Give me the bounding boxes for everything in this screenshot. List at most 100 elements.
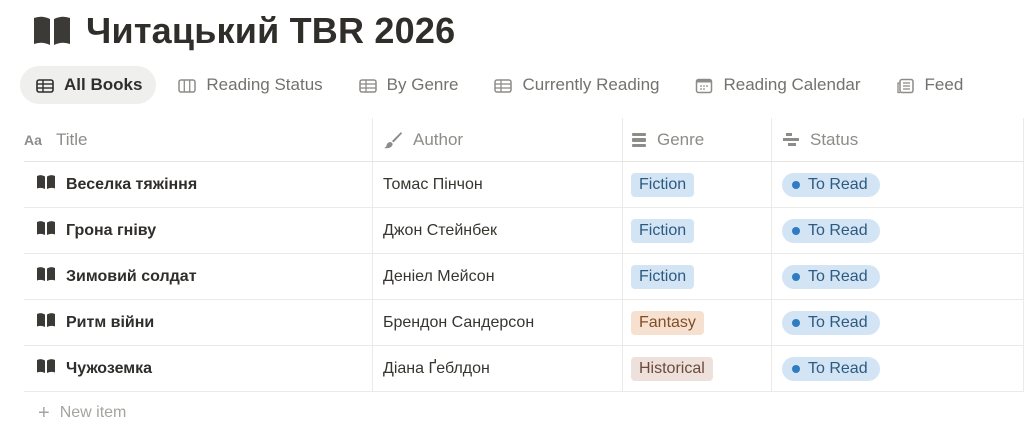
author-name: Джон Стейнбек: [383, 221, 497, 239]
open-book-icon: [36, 174, 56, 195]
tab-label: By Genre: [386, 75, 459, 94]
genre-tag: Fantasy: [631, 310, 704, 335]
author-cell[interactable]: Діана Ґеблдон: [373, 346, 623, 391]
open-book-icon: [36, 312, 56, 333]
genre-tag: Fiction: [631, 172, 695, 197]
author-name: Діана Ґеблдон: [383, 359, 490, 377]
column-header-author[interactable]: Author: [373, 118, 623, 161]
status-dot: [792, 318, 800, 327]
status-cell[interactable]: To Read: [772, 300, 1024, 345]
books-table: Aa Title Author Genre Status Веселка тяж: [24, 118, 1024, 392]
text-property-icon: Aa: [24, 133, 46, 147]
book-title: Грона гніву: [66, 221, 157, 239]
column-header-genre[interactable]: Genre: [623, 118, 772, 161]
table-header: Aa Title Author Genre Status: [24, 118, 1024, 162]
status-badge: To Read: [782, 218, 880, 243]
status-label: To Read: [808, 267, 868, 285]
column-label: Status: [810, 129, 859, 149]
column-label: Title: [56, 129, 88, 149]
select-property-icon: [631, 132, 647, 148]
status-label: To Read: [808, 313, 868, 331]
column-header-status[interactable]: Status: [772, 118, 1024, 161]
status-dot: [792, 180, 800, 189]
column-label: Author: [413, 129, 464, 149]
svg-text:Aa: Aa: [24, 133, 42, 147]
tab-by-genre[interactable]: By Genre: [343, 66, 473, 104]
status-label: To Read: [808, 221, 868, 239]
status-cell[interactable]: To Read: [772, 208, 1024, 253]
author-name: Деніел Мейсон: [383, 267, 495, 285]
book-title: Зимовий солдат: [66, 267, 197, 285]
genre-cell[interactable]: Historical: [623, 346, 772, 391]
tab-label: Reading Calendar: [723, 75, 861, 94]
tab-label: All Books: [64, 75, 143, 94]
title-cell[interactable]: Ритм війни: [24, 300, 373, 345]
author-cell[interactable]: Брендон Сандерсон: [373, 300, 623, 345]
status-badge: To Read: [782, 172, 880, 197]
status-dot: [792, 226, 800, 235]
status-dot: [792, 272, 800, 281]
author-cell[interactable]: Джон Стейнбек: [373, 208, 623, 253]
author-name: Брендон Сандерсон: [383, 313, 535, 331]
status-label: To Read: [808, 175, 868, 193]
new-item-label: New item: [59, 404, 127, 421]
genre-cell[interactable]: Fiction: [623, 162, 772, 207]
title-cell[interactable]: Веселка тяжіння: [24, 162, 373, 207]
tab-label: Feed: [924, 75, 964, 94]
genre-tag: Fiction: [631, 218, 695, 243]
tab-label: Reading Status: [206, 75, 323, 94]
new-item-button[interactable]: + New item: [38, 402, 127, 424]
status-badge: To Read: [782, 356, 880, 381]
feed-icon: [896, 78, 915, 94]
open-book-icon: [36, 358, 56, 379]
open-book-icon: [36, 266, 56, 287]
genre-cell[interactable]: Fiction: [623, 254, 772, 299]
table-icon: [358, 78, 377, 93]
view-tabs: All Books Reading Status By Genre Curren…: [20, 66, 983, 104]
author-cell[interactable]: Деніел Мейсон: [373, 254, 623, 299]
table-row[interactable]: Чужоземка Діана Ґеблдон Historical To Re…: [24, 346, 1024, 392]
table-icon: [36, 78, 54, 93]
author-cell[interactable]: Томас Пінчон: [373, 162, 623, 207]
table-icon: [494, 78, 513, 93]
status-cell[interactable]: To Read: [772, 162, 1024, 207]
status-badge: To Read: [782, 310, 880, 335]
status-label: To Read: [808, 359, 868, 377]
column-label: Genre: [657, 129, 705, 149]
brush-icon: [383, 131, 403, 149]
title-cell[interactable]: Чужоземка: [24, 346, 373, 391]
book-title: Веселка тяжіння: [66, 175, 198, 193]
plus-icon: +: [38, 402, 50, 424]
open-book-icon: [36, 220, 56, 241]
tab-currently-reading[interactable]: Currently Reading: [478, 66, 673, 104]
genre-tag: Historical: [631, 356, 713, 381]
table-row[interactable]: Грона гніву Джон Стейнбек Fiction To Rea…: [24, 208, 1024, 254]
status-cell[interactable]: To Read: [772, 254, 1024, 299]
book-title: Чужоземка: [66, 359, 153, 377]
calendar-icon: [695, 78, 713, 94]
title-cell[interactable]: Зимовий солдат: [24, 254, 373, 299]
title-cell[interactable]: Грона гніву: [24, 208, 373, 253]
status-cell[interactable]: To Read: [772, 346, 1024, 391]
author-name: Томас Пінчон: [383, 175, 483, 193]
status-property-icon: [782, 132, 800, 148]
tab-reading-status[interactable]: Reading Status: [162, 66, 336, 104]
genre-cell[interactable]: Fiction: [623, 208, 772, 253]
genre-tag: Fiction: [631, 264, 695, 289]
tab-reading-calendar[interactable]: Reading Calendar: [679, 66, 874, 104]
column-header-title[interactable]: Aa Title: [24, 118, 373, 161]
page-header: Читацький TBR 2026: [32, 8, 455, 54]
page-title[interactable]: Читацький TBR 2026: [86, 10, 455, 52]
tab-feed[interactable]: Feed: [881, 66, 978, 104]
status-dot: [792, 364, 800, 373]
table-row[interactable]: Зимовий солдат Деніел Мейсон Fiction To …: [24, 254, 1024, 300]
tab-label: Currently Reading: [522, 75, 660, 94]
genre-cell[interactable]: Fantasy: [623, 300, 772, 345]
tab-all-books[interactable]: All Books: [20, 66, 157, 104]
table-row[interactable]: Веселка тяжіння Томас Пінчон Fiction To …: [24, 162, 1024, 208]
book-title: Ритм війни: [66, 313, 155, 331]
status-badge: To Read: [782, 264, 880, 289]
board-icon: [178, 78, 197, 93]
open-book-icon: [32, 14, 72, 48]
table-row[interactable]: Ритм війни Брендон Сандерсон Fantasy To …: [24, 300, 1024, 346]
